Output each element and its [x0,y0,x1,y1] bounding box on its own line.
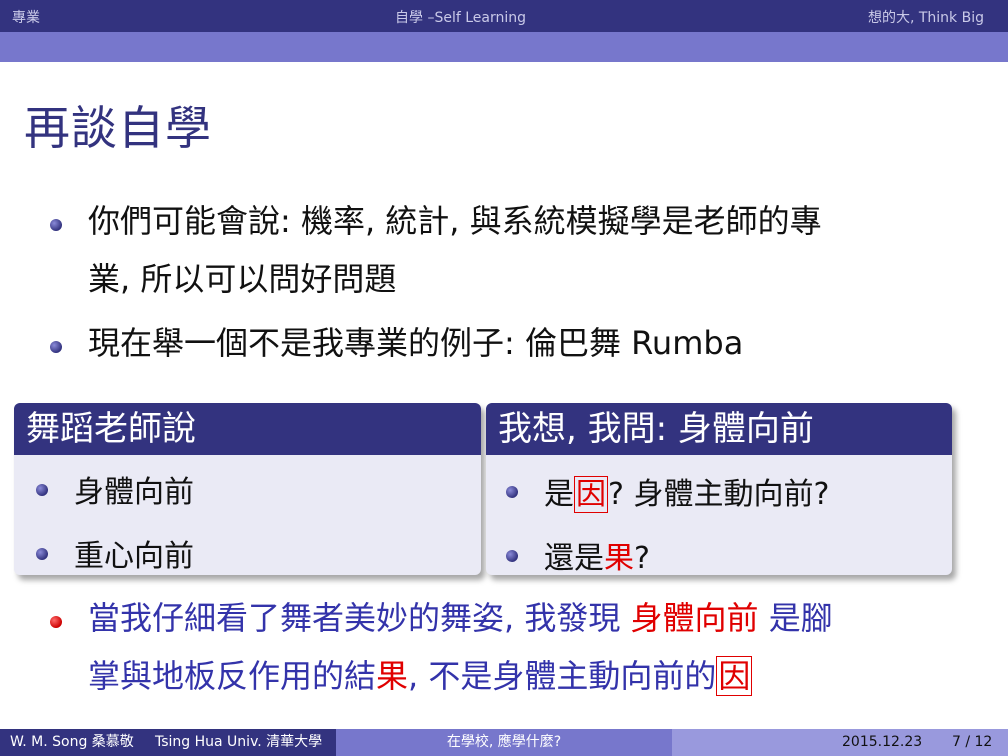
footer-bar: W. M. Song 桑慕敬 Tsing Hua Univ. 清華大學 在學校,… [0,729,1008,756]
bullet-text-continued: 業, 所以可以問好問題 [88,260,397,298]
conclusion-highlight: 果 [376,657,409,695]
block-title: 舞蹈老師說 [14,403,481,455]
footer-institute: Tsing Hua Univ. 清華大學 [155,734,323,750]
block-item: 身體向前 [36,467,194,511]
footer-talk-cell: 在學校, 應學什麼? [336,729,672,756]
question-block: 我想, 我問: 身體向前 是因? 身體主動向前? 還是果? [486,403,952,577]
cause-highlight: 因 [574,476,608,513]
block-item-text: 是 [544,477,574,512]
header-subbar [0,32,1008,62]
bullet-text: 現在舉一個不是我專業的例子: 倫巴舞 Rumba [88,324,744,362]
footer-date: 2015.12.23 [842,734,923,750]
footer-author-cell: W. M. Song 桑慕敬 Tsing Hua Univ. 清華大學 [0,729,336,756]
block-item-text: 身體向前 [74,475,194,510]
block-item: 還是果? [506,533,650,577]
block-title: 我想, 我問: 身體向前 [486,403,952,455]
footer-date-cell: 2015.12.23 7 / 12 [672,729,1008,756]
conclusion-text: 是腳 [758,599,833,637]
alert-bullet-icon [50,616,62,628]
conclusion-line-2: 掌與地板反作用的結果, 不是身體主動向前的因 [88,656,753,696]
conclusion-text: 掌與地板反作用的結 [88,657,377,695]
bullet-text: 你們可能會說: 機率, 統計, 與系統模擬學是老師的專 [88,202,822,240]
block-item-text: 重心向前 [74,539,194,574]
bullet-icon [36,548,48,560]
conclusion-text: , 不是身體主動向前的 [408,657,717,695]
teacher-block: 舞蹈老師說 身體向前 重心向前 [14,403,481,575]
header-subsection: 想的大, Think Big [867,10,984,26]
effect-highlight: 果 [604,541,634,576]
footer-talk-title: 在學校, 應學什麼? [446,734,562,750]
header-bar: 專業 自學 –Self Learning 想的大, Think Big [0,0,1008,32]
block-item: 重心向前 [36,531,194,575]
footer-author: W. M. Song 桑慕敬 [10,734,134,750]
block-item: 是因? 身體主動向前? [506,469,830,513]
conclusion-highlight: 因 [716,656,753,696]
block-item-text: ? 身體主動向前? [608,477,830,512]
block-item-text: ? [634,541,650,576]
header-section: 專業 [12,10,40,26]
conclusion-line-1: 當我仔細看了舞者美妙的舞姿, 我發現 身體向前 是腳 [88,600,833,636]
block-item-text: 還是 [544,541,604,576]
bullet-icon [506,486,518,498]
bullet-icon [36,484,48,496]
conclusion-highlight: 身體向前 [630,599,759,637]
footer-page-number: 7 / 12 [952,734,993,750]
bullet-icon [506,550,518,562]
conclusion-text: 當我仔細看了舞者美妙的舞姿, 我發現 [88,599,631,637]
bullet-icon [50,219,62,231]
slide-title: 再談自學 [24,101,212,155]
header-title: 自學 –Self Learning [395,10,526,26]
bullet-icon [50,341,62,353]
